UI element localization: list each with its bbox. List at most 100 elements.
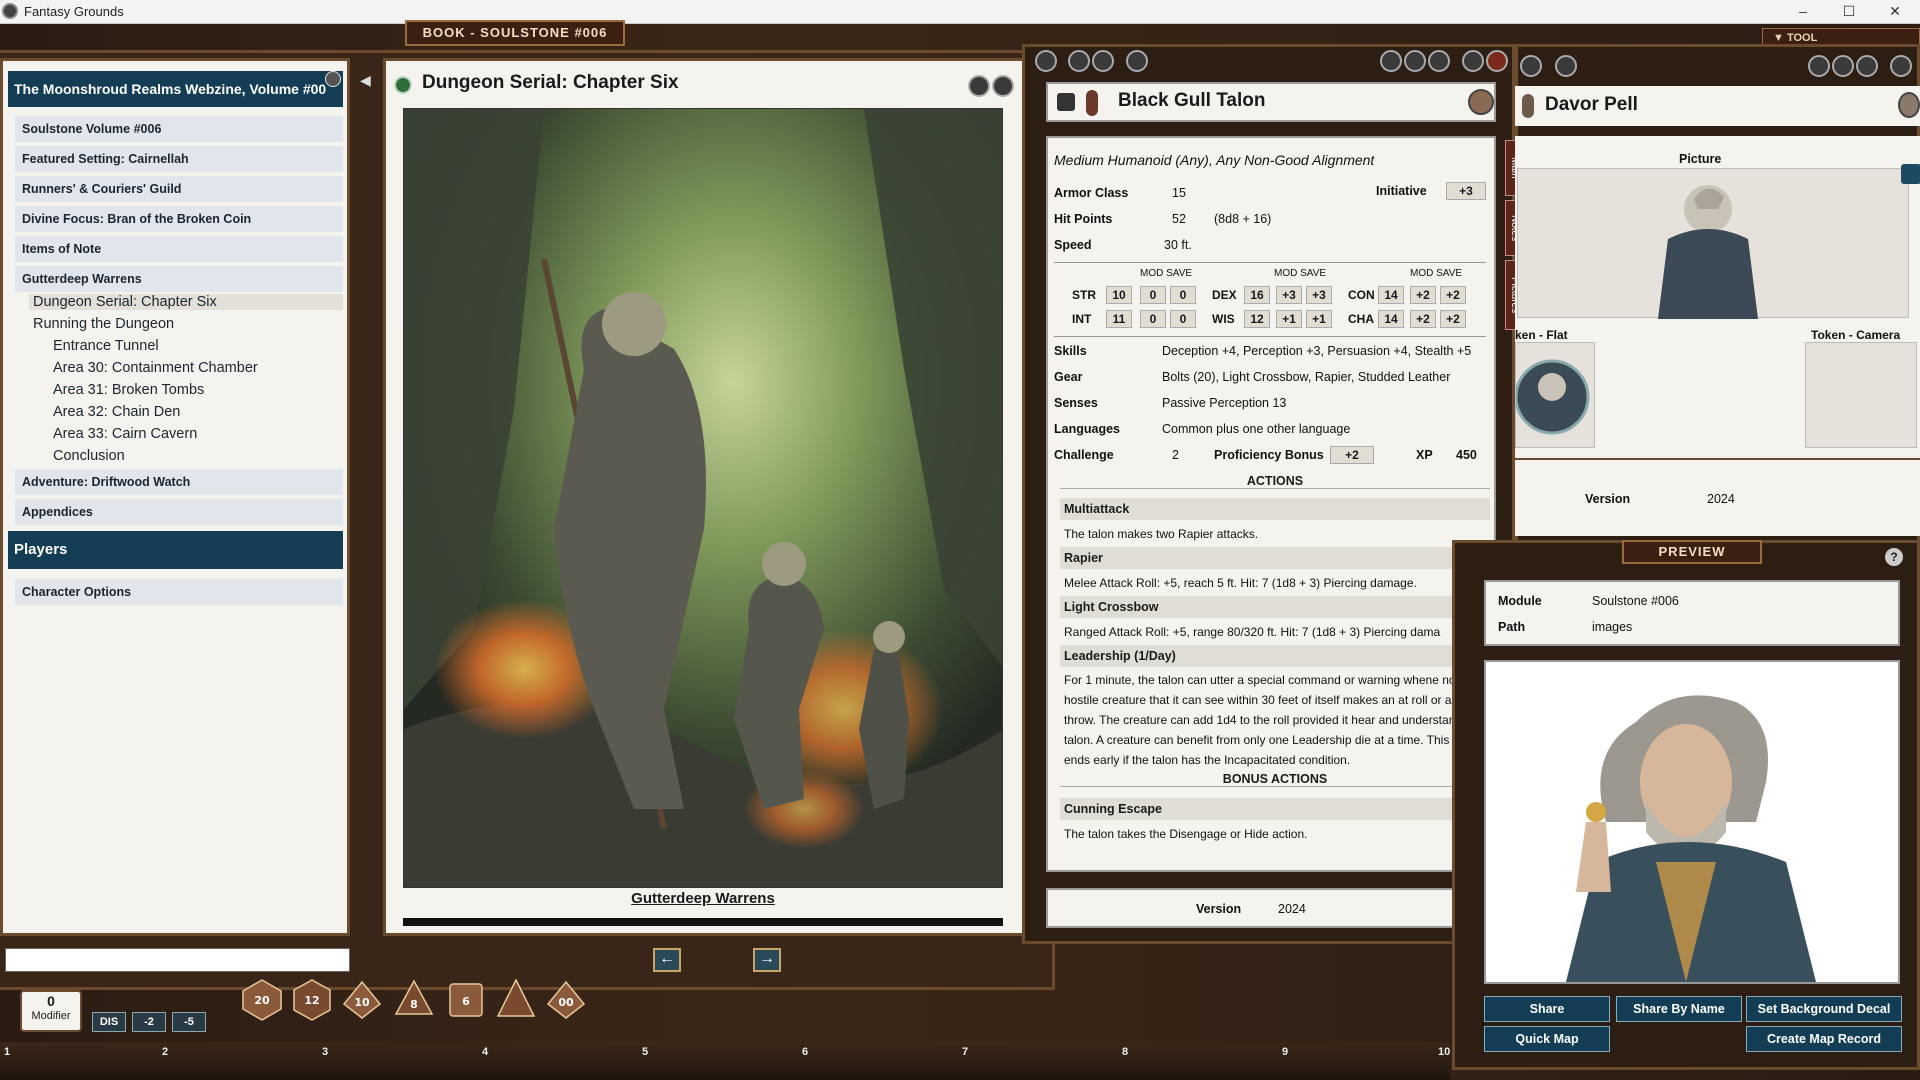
artwork-caption-link[interactable]: Gutterdeep Warrens (403, 890, 1003, 907)
ability-save[interactable]: +3 (1306, 286, 1332, 304)
minimize-icon[interactable] (1890, 55, 1912, 77)
preview-window-tab[interactable]: PREVIEW (1622, 540, 1762, 564)
ability-score[interactable]: 14 (1378, 286, 1404, 304)
ability-save[interactable]: +2 (1440, 310, 1466, 328)
toc-search-input[interactable] (5, 948, 350, 972)
toc-item[interactable]: Running the Dungeon (33, 316, 174, 332)
notes-icon[interactable] (1555, 55, 1577, 77)
toc-item[interactable]: Area 31: Broken Tombs (53, 382, 204, 398)
page-link-icon[interactable] (394, 76, 412, 94)
ability-mod[interactable]: +1 (1276, 310, 1302, 328)
book-icon[interactable] (1068, 50, 1090, 72)
ability-score[interactable]: 12 (1244, 310, 1270, 328)
d6-die-icon[interactable]: 6 (444, 978, 488, 1022)
minus-2-button[interactable]: -2 (132, 1012, 166, 1032)
xp-value[interactable]: 450 (1456, 448, 1477, 462)
hotkey-slot-number[interactable]: 2 (162, 1046, 168, 1058)
token-camera-slot[interactable] (1805, 342, 1917, 448)
ability-mod[interactable]: +2 (1410, 286, 1436, 304)
npc-token-icon[interactable] (1086, 90, 1098, 116)
d12-die-icon[interactable]: 12 (290, 978, 334, 1022)
lock-icon[interactable] (1832, 55, 1854, 77)
hit-dice-value[interactable]: (8d8 + 16) (1214, 212, 1271, 226)
ability-mod[interactable]: 0 (1140, 286, 1166, 304)
search-icon[interactable] (1808, 55, 1830, 77)
d4-die-icon[interactable] (494, 978, 538, 1022)
toc-category[interactable]: Runners' & Couriers' Guild (15, 176, 343, 202)
toc-category[interactable]: Gutterdeep Warrens (15, 266, 343, 292)
toc-item[interactable]: Area 32: Chain Den (53, 404, 180, 420)
bonus-action-name[interactable]: Cunning Escape (1060, 798, 1490, 820)
chat-icon[interactable] (1520, 55, 1542, 77)
close-icon[interactable] (1486, 50, 1508, 72)
initiative-value[interactable]: +3 (1446, 182, 1486, 200)
armor-class-value[interactable]: 15 (1172, 186, 1186, 200)
ability-mod[interactable]: 0 (1140, 310, 1166, 328)
close-window-button[interactable]: ✕ (1872, 0, 1918, 24)
toc-category[interactable]: Character Options (15, 579, 343, 605)
minimize-icon[interactable] (1462, 50, 1484, 72)
minimize-button[interactable]: – (1780, 0, 1826, 24)
toc-category[interactable]: Featured Setting: Cairnellah (15, 146, 343, 172)
ability-score[interactable]: 11 (1106, 310, 1132, 328)
share-icon[interactable] (1428, 50, 1450, 72)
book-artwork-image[interactable] (403, 108, 1003, 888)
languages-value[interactable]: Common plus one other language (1162, 422, 1350, 436)
ability-score[interactable]: 16 (1244, 286, 1270, 304)
collapse-arrow-icon[interactable]: ◀ (360, 72, 371, 89)
version-value[interactable]: 2024 (1707, 492, 1735, 506)
create-map-record-button[interactable]: Create Map Record (1746, 1026, 1902, 1052)
toc-item[interactable]: Area 30: Containment Chamber (53, 360, 258, 376)
toc-category[interactable]: Adventure: Driftwood Watch (15, 469, 343, 495)
page-lock-icon[interactable] (992, 75, 1014, 97)
lock-icon[interactable] (1404, 50, 1426, 72)
picture-frame[interactable] (1517, 168, 1909, 319)
hotkey-slot-number[interactable]: 9 (1282, 1046, 1288, 1058)
toc-category[interactable]: Soulstone Volume #006 (15, 116, 343, 142)
set-background-decal-button[interactable]: Set Background Decal (1746, 996, 1902, 1022)
npc-portrait[interactable] (1468, 89, 1494, 115)
modifier-box[interactable]: 0 Modifier (20, 990, 82, 1032)
disadvantage-button[interactable]: DIS (92, 1012, 126, 1032)
d20-die-icon[interactable]: 20 (240, 978, 284, 1022)
gear-value[interactable]: Bolts (20), Light Crossbow, Rapier, Stud… (1162, 370, 1450, 384)
hotkey-slot-number[interactable]: 5 (642, 1046, 648, 1058)
d100-die-icon[interactable]: 00 (544, 978, 588, 1022)
npc-link-icon[interactable] (1035, 50, 1057, 72)
toc-category[interactable]: Items of Note (15, 236, 343, 262)
notes-icon[interactable] (1092, 50, 1114, 72)
toc-title[interactable]: The Moonshroud Realms Webzine, Volume #0… (8, 71, 343, 107)
action-name[interactable]: Rapier (1060, 547, 1490, 569)
share-by-name-button[interactable]: Share By Name (1616, 996, 1742, 1022)
senses-value[interactable]: Passive Perception 13 (1162, 396, 1286, 410)
toc-category[interactable]: Appendices (15, 499, 343, 525)
action-name[interactable]: Light Crossbow (1060, 596, 1490, 618)
ability-score[interactable]: 14 (1378, 310, 1404, 328)
hotkey-slot-number[interactable]: 10 (1438, 1046, 1450, 1058)
toc-category[interactable]: Divine Focus: Bran of the Broken Coin (15, 206, 343, 232)
action-name[interactable]: Multiattack (1060, 498, 1490, 520)
d10-die-icon[interactable]: 10 (340, 978, 384, 1022)
speed-value[interactable]: 30 ft. (1164, 238, 1192, 252)
preview-image[interactable] (1484, 660, 1900, 984)
npc-name[interactable]: Black Gull Talon (1118, 90, 1265, 112)
ability-mod[interactable]: +2 (1410, 310, 1436, 328)
hit-points-value[interactable]: 52 (1172, 212, 1186, 226)
players-header[interactable]: Players (8, 531, 343, 569)
book-window-tab[interactable]: BOOK - SOULSTONE #006 (405, 20, 625, 46)
toc-item[interactable]: Entrance Tunnel (53, 338, 159, 354)
ability-save[interactable]: 0 (1170, 310, 1196, 328)
character-portrait[interactable] (1898, 92, 1920, 118)
scrollbar[interactable] (403, 918, 1003, 926)
next-page-button[interactable]: → (753, 948, 781, 972)
npc-type-icon[interactable] (1057, 93, 1075, 111)
lock-icon[interactable] (325, 71, 341, 87)
hotkey-slot-number[interactable]: 1 (4, 1046, 10, 1058)
action-name[interactable]: Leadership (1/Day) (1060, 645, 1490, 667)
ability-save[interactable]: 0 (1170, 286, 1196, 304)
help-icon[interactable]: ? (1885, 548, 1903, 566)
search-icon[interactable] (1380, 50, 1402, 72)
picture-settings-icon[interactable] (1901, 164, 1920, 184)
ability-mod[interactable]: +3 (1276, 286, 1302, 304)
hotkey-slot-number[interactable]: 4 (482, 1046, 488, 1058)
